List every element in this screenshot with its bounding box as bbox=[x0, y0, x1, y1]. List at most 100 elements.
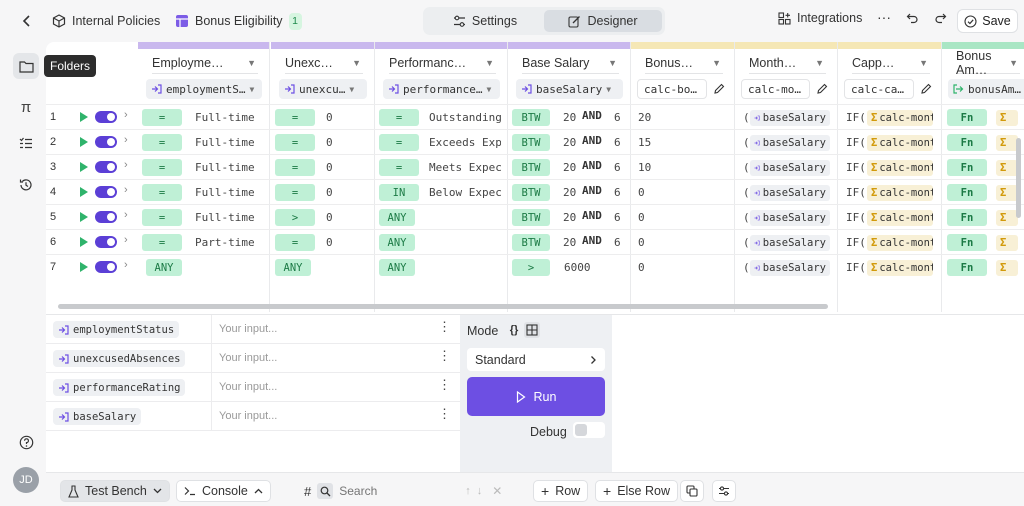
column-header-select[interactable]: Month… ▼ bbox=[749, 53, 826, 74]
field-chip[interactable]: baseSalary bbox=[750, 160, 830, 176]
range-low-value[interactable]: 200 bbox=[563, 136, 577, 149]
add-else-row-button[interactable]: + Else Row bbox=[595, 480, 678, 502]
function-chip[interactable]: Fn bbox=[947, 234, 987, 251]
tab-designer[interactable]: Designer bbox=[544, 10, 662, 32]
tab-settings[interactable]: Settings bbox=[426, 10, 544, 32]
settings-button[interactable] bbox=[712, 480, 736, 502]
column-calc-chip[interactable]: calc-ca… bbox=[844, 79, 914, 99]
column-field-chip[interactable]: baseSalary ▼ bbox=[516, 79, 623, 99]
cell-value[interactable]: 0 bbox=[326, 111, 366, 124]
edit-calc-button[interactable] bbox=[918, 81, 934, 97]
bonus-value[interactable]: 0 bbox=[638, 186, 678, 199]
test-bench-button[interactable]: Test Bench bbox=[60, 480, 170, 502]
vertical-scrollbar[interactable] bbox=[1016, 138, 1021, 218]
play-icon[interactable] bbox=[80, 262, 88, 272]
more-button[interactable]: ··· bbox=[877, 9, 891, 25]
row-enabled-toggle[interactable] bbox=[95, 111, 117, 123]
column-header-select[interactable]: Base Salary ▼ bbox=[522, 53, 619, 74]
cell-value[interactable]: Full-time bbox=[195, 161, 255, 174]
cell-value[interactable]: 0 bbox=[326, 236, 366, 249]
more-vertical-icon[interactable]: ⋮ bbox=[438, 407, 451, 420]
function-chip[interactable]: Fn bbox=[947, 259, 987, 276]
calc-chip[interactable]: Σ bbox=[996, 160, 1018, 176]
breadcrumb-internal-policies[interactable]: Internal Policies bbox=[52, 11, 160, 31]
calc-chip[interactable]: Σ bbox=[996, 110, 1018, 126]
bench-value-input[interactable]: Your input... bbox=[211, 373, 446, 401]
operator-chip[interactable]: ANY bbox=[379, 209, 415, 226]
bench-value-input[interactable]: Your input... bbox=[211, 402, 446, 430]
cell-value[interactable]: 6000 bbox=[564, 261, 604, 274]
range-low-value[interactable]: 200 bbox=[563, 186, 577, 199]
avatar[interactable]: JD bbox=[13, 467, 39, 493]
field-chip[interactable]: baseSalary bbox=[750, 235, 830, 251]
range-low-value[interactable]: 200 bbox=[563, 161, 577, 174]
operator-chip[interactable]: BTW bbox=[512, 134, 550, 151]
operator-chip[interactable]: ANY bbox=[146, 259, 182, 276]
function-chip[interactable]: Fn bbox=[947, 109, 987, 126]
operator-chip[interactable]: = bbox=[275, 234, 315, 251]
calc-chip[interactable]: Σcalc-mont bbox=[867, 210, 933, 226]
chevron-right-icon[interactable]: › bbox=[124, 209, 128, 221]
copy-button[interactable] bbox=[680, 480, 704, 502]
history-button[interactable] bbox=[13, 172, 39, 198]
operator-chip[interactable]: = bbox=[142, 184, 182, 201]
console-button[interactable]: Console bbox=[176, 480, 271, 502]
cell-value[interactable]: Full-time bbox=[195, 186, 255, 199]
cell-value[interactable]: Outstanding bbox=[429, 111, 501, 124]
cell-value[interactable]: Full-time bbox=[195, 111, 255, 124]
row-enabled-toggle[interactable] bbox=[95, 161, 117, 173]
chevron-right-icon[interactable]: › bbox=[124, 134, 128, 146]
operator-chip[interactable]: BTW bbox=[512, 109, 550, 126]
function-chip[interactable]: Fn bbox=[947, 209, 987, 226]
table-row[interactable]: 6 › = Part-time = 0 ANY BTW200 AND 60 ( … bbox=[46, 229, 1024, 254]
column-field-chip[interactable]: performance… ▼ bbox=[383, 79, 500, 99]
table-row[interactable]: 3 › = Full-time = 0 = Meets Expec BTW 200… bbox=[46, 154, 1024, 179]
range-high-value[interactable]: 6 bbox=[614, 211, 624, 224]
column-header-select[interactable]: Unexc… ▼ bbox=[285, 53, 363, 74]
row-enabled-toggle[interactable] bbox=[95, 186, 117, 198]
arrow-down-icon[interactable]: ↓ bbox=[477, 485, 483, 497]
table-row[interactable]: 2 › = Full-time = 0 = Exceeds Exp BTW 200… bbox=[46, 129, 1024, 154]
column-header-select[interactable]: Bonus… ▼ bbox=[645, 53, 723, 74]
save-button[interactable]: Save bbox=[957, 9, 1018, 33]
calc-chip[interactable]: Σ bbox=[996, 135, 1018, 151]
search-input[interactable] bbox=[339, 484, 460, 498]
calc-chip[interactable]: Σ bbox=[996, 260, 1018, 276]
calc-chip[interactable]: Σcalc-mont bbox=[867, 185, 933, 201]
range-high-value[interactable]: 6 bbox=[614, 186, 624, 199]
range-high-value[interactable]: 6 bbox=[614, 111, 624, 124]
cell-value[interactable]: 0 bbox=[326, 186, 366, 199]
table-row[interactable]: 5 › = Full-time > 0 ANY BTW200 AND 60 ( … bbox=[46, 204, 1024, 229]
chevron-right-icon[interactable]: › bbox=[124, 159, 128, 171]
play-icon[interactable] bbox=[80, 137, 88, 147]
calc-chip[interactable]: Σcalc-mont bbox=[867, 235, 933, 251]
operator-chip[interactable]: = bbox=[142, 209, 182, 226]
table-row[interactable]: 4 › = Full-time = 0 IN Below Expect BTW 2… bbox=[46, 179, 1024, 204]
operator-chip[interactable]: BTW bbox=[512, 184, 550, 201]
calc-chip[interactable]: Σ bbox=[996, 210, 1018, 226]
calc-chip[interactable]: Σ bbox=[996, 185, 1018, 201]
row-enabled-toggle[interactable] bbox=[95, 261, 117, 273]
debug-toggle[interactable] bbox=[573, 422, 605, 438]
calc-chip[interactable]: Σcalc-mont bbox=[867, 110, 933, 126]
range-high-value[interactable]: 6 bbox=[614, 136, 624, 149]
column-header-select[interactable]: Bonus Am… ▼ bbox=[956, 49, 1020, 77]
bonus-value[interactable]: 0 bbox=[638, 236, 678, 249]
field-chip[interactable]: baseSalary bbox=[750, 185, 830, 201]
cell-value[interactable]: 0 bbox=[326, 161, 366, 174]
bonus-value[interactable]: 20 bbox=[638, 111, 678, 124]
table-row[interactable]: 1 › = Full-time = 0 = Outstanding BTW 200… bbox=[46, 104, 1024, 129]
more-vertical-icon[interactable]: ⋮ bbox=[438, 378, 451, 391]
cell-value[interactable]: Meets Expec bbox=[429, 161, 501, 174]
range-low-value[interactable]: 200 bbox=[563, 111, 577, 124]
row-enabled-toggle[interactable] bbox=[95, 136, 117, 148]
calc-chip[interactable]: Σcalc-mont bbox=[867, 260, 933, 276]
field-chip[interactable]: baseSalary bbox=[750, 210, 830, 226]
operator-chip[interactable]: = bbox=[142, 159, 182, 176]
range-high-value[interactable]: 6 bbox=[614, 161, 624, 174]
cell-value[interactable]: Below Expect bbox=[429, 186, 501, 199]
cell-value[interactable]: 0 bbox=[326, 136, 366, 149]
function-chip[interactable]: Fn bbox=[947, 184, 987, 201]
column-calc-chip[interactable]: calc-bo… bbox=[637, 79, 707, 99]
chevron-right-icon[interactable]: › bbox=[124, 109, 128, 121]
